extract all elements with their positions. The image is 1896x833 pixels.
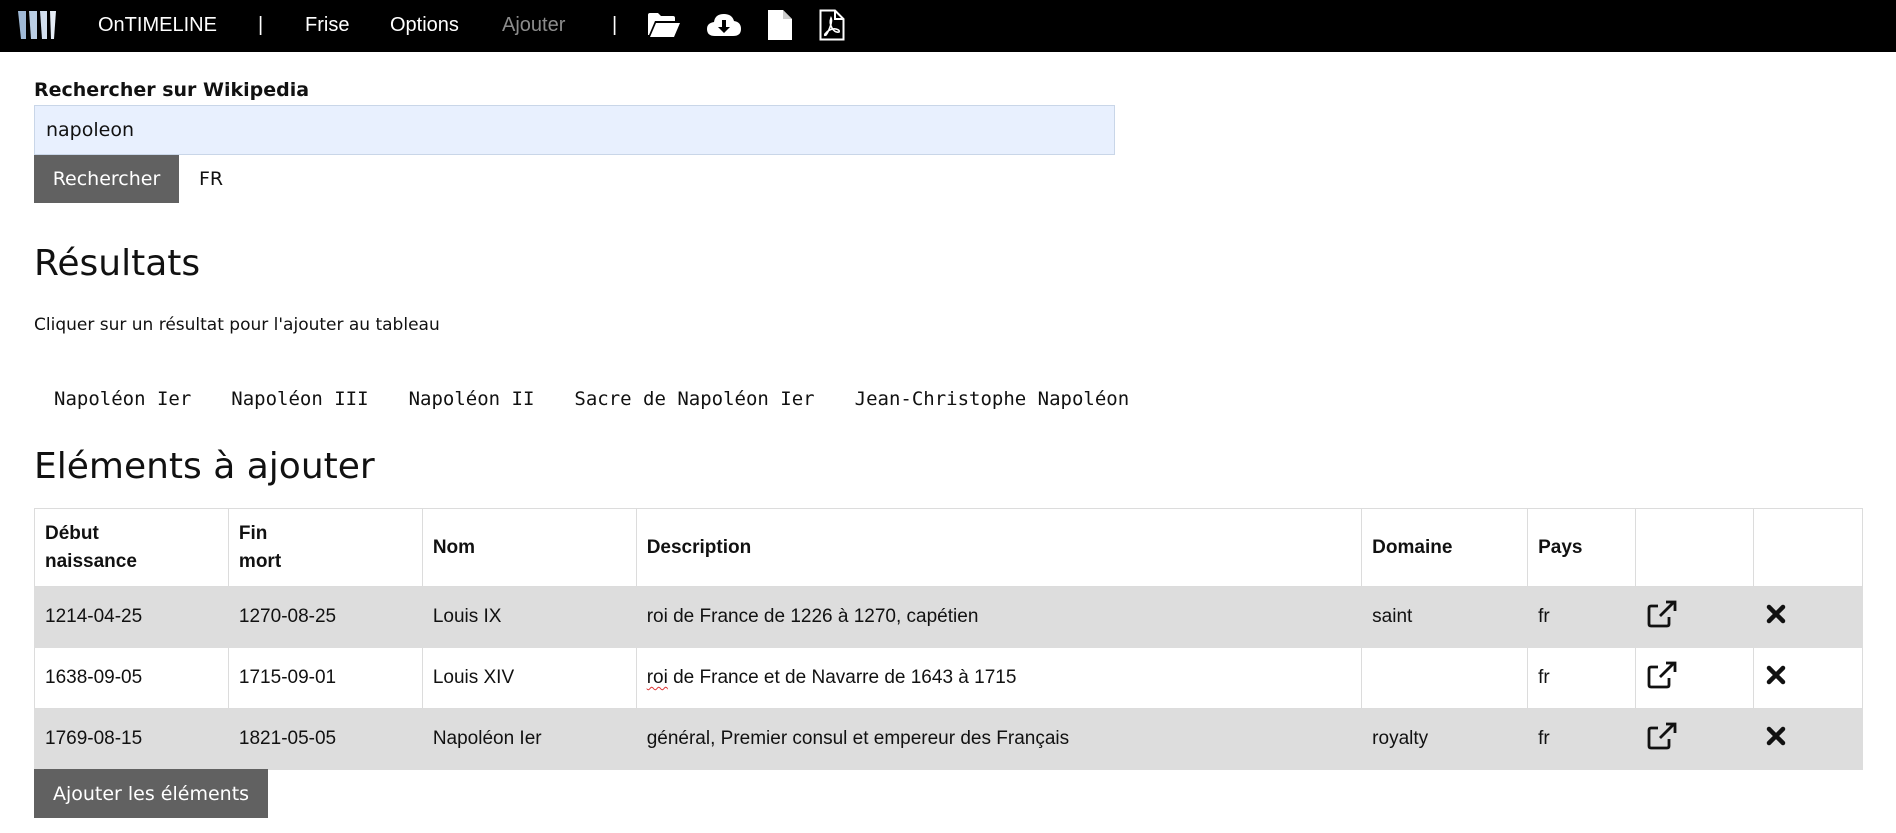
cell-end[interactable]: 1715-09-01	[227, 647, 423, 709]
result-item[interactable]: Napoléon II	[389, 378, 555, 420]
external-link-icon[interactable]	[1646, 599, 1678, 629]
cell-description[interactable]: général, Premier consul et empereur des …	[635, 708, 1363, 770]
nav-frise[interactable]: Frise	[305, 0, 349, 52]
cell-delete	[1753, 647, 1863, 709]
table-row: 1638-09-05 1715-09-01 Louis XIV roi de F…	[34, 647, 1863, 709]
file-icon[interactable]	[766, 8, 794, 42]
nav-ajouter[interactable]: Ajouter	[502, 0, 565, 52]
search-button[interactable]: Rechercher	[34, 155, 179, 203]
folder-open-icon[interactable]	[647, 8, 681, 42]
search-input[interactable]	[34, 105, 1115, 155]
result-item[interactable]: Napoléon III	[211, 378, 388, 420]
table-header-row: Début naissance Fin mort Nom Description D…	[34, 508, 1863, 587]
elements-heading: Eléments à ajouter	[34, 446, 375, 487]
external-link-icon[interactable]	[1646, 721, 1678, 751]
brand-link[interactable]: OnTIMELINE	[98, 0, 217, 52]
table-row: 1769-08-15 1821-05-05 Napoléon Ier génér…	[34, 708, 1863, 770]
cell-country[interactable]: fr	[1527, 708, 1637, 770]
column-header-country: Pays	[1527, 508, 1637, 587]
file-pdf-icon[interactable]	[818, 8, 846, 42]
delete-icon[interactable]	[1764, 724, 1788, 748]
cell-link	[1635, 647, 1754, 709]
search-label: Rechercher sur Wikipedia	[34, 79, 310, 101]
external-link-icon[interactable]	[1646, 660, 1678, 690]
column-header-start: Début naissance	[34, 508, 229, 587]
cell-link	[1635, 708, 1754, 770]
cell-domain[interactable]	[1361, 647, 1529, 709]
cell-name[interactable]: Napoléon Ier	[421, 708, 637, 770]
cell-country[interactable]: fr	[1527, 647, 1637, 709]
delete-icon[interactable]	[1764, 663, 1788, 687]
result-item[interactable]: Jean-Christophe Napoléon	[835, 378, 1150, 420]
nav-options[interactable]: Options	[390, 0, 459, 52]
result-item[interactable]: Sacre de Napoléon Ier	[554, 378, 834, 420]
cell-country[interactable]: fr	[1527, 586, 1637, 648]
app-logo-icon[interactable]	[18, 9, 60, 41]
table-row: 1214-04-25 1270-08-25 Louis IX roi de Fr…	[34, 586, 1863, 648]
delete-icon[interactable]	[1764, 602, 1788, 626]
column-header-link	[1635, 508, 1754, 587]
cell-end[interactable]: 1821-05-05	[227, 708, 423, 770]
top-navbar: OnTIMELINE | Frise Options Ajouter |	[0, 0, 1896, 52]
result-item[interactable]: Napoléon Ier	[34, 378, 211, 420]
cell-domain[interactable]: saint	[1361, 586, 1529, 648]
cell-start[interactable]: 1769-08-15	[34, 708, 229, 770]
add-elements-button[interactable]: Ajouter les éléments	[34, 769, 268, 818]
cell-delete	[1753, 586, 1863, 648]
column-header-end: Fin mort	[227, 508, 423, 587]
results-hint: Cliquer sur un résultat pour l'ajouter a…	[34, 315, 440, 335]
column-header-domain: Domaine	[1361, 508, 1529, 587]
language-selector[interactable]: FR	[199, 168, 223, 190]
results-list: Napoléon Ier Napoléon III Napoléon II Sa…	[34, 378, 1149, 420]
cell-name[interactable]: Louis IX	[421, 586, 637, 648]
nav-separator: |	[612, 14, 618, 36]
cell-start[interactable]: 1214-04-25	[34, 586, 229, 648]
cell-link	[1635, 586, 1754, 648]
nav-separator: |	[258, 14, 264, 36]
results-heading: Résultats	[34, 243, 201, 284]
cell-start[interactable]: 1638-09-05	[34, 647, 229, 709]
cell-description[interactable]: roi de France de 1226 à 1270, capétien	[635, 586, 1363, 648]
column-header-name: Nom	[421, 508, 637, 587]
column-header-delete	[1753, 508, 1863, 587]
cell-delete	[1753, 708, 1863, 770]
cell-name[interactable]: Louis XIV	[421, 647, 637, 709]
elements-table: Début naissance Fin mort Nom Description D…	[34, 508, 1863, 770]
cell-domain[interactable]: royalty	[1361, 708, 1529, 770]
cloud-download-icon[interactable]	[706, 8, 742, 42]
column-header-description: Description	[635, 508, 1363, 587]
cell-description[interactable]: roi de France et de Navarre de 1643 à 17…	[635, 647, 1363, 709]
spellcheck-word: roi	[646, 667, 668, 688]
cell-end[interactable]: 1270-08-25	[227, 586, 423, 648]
